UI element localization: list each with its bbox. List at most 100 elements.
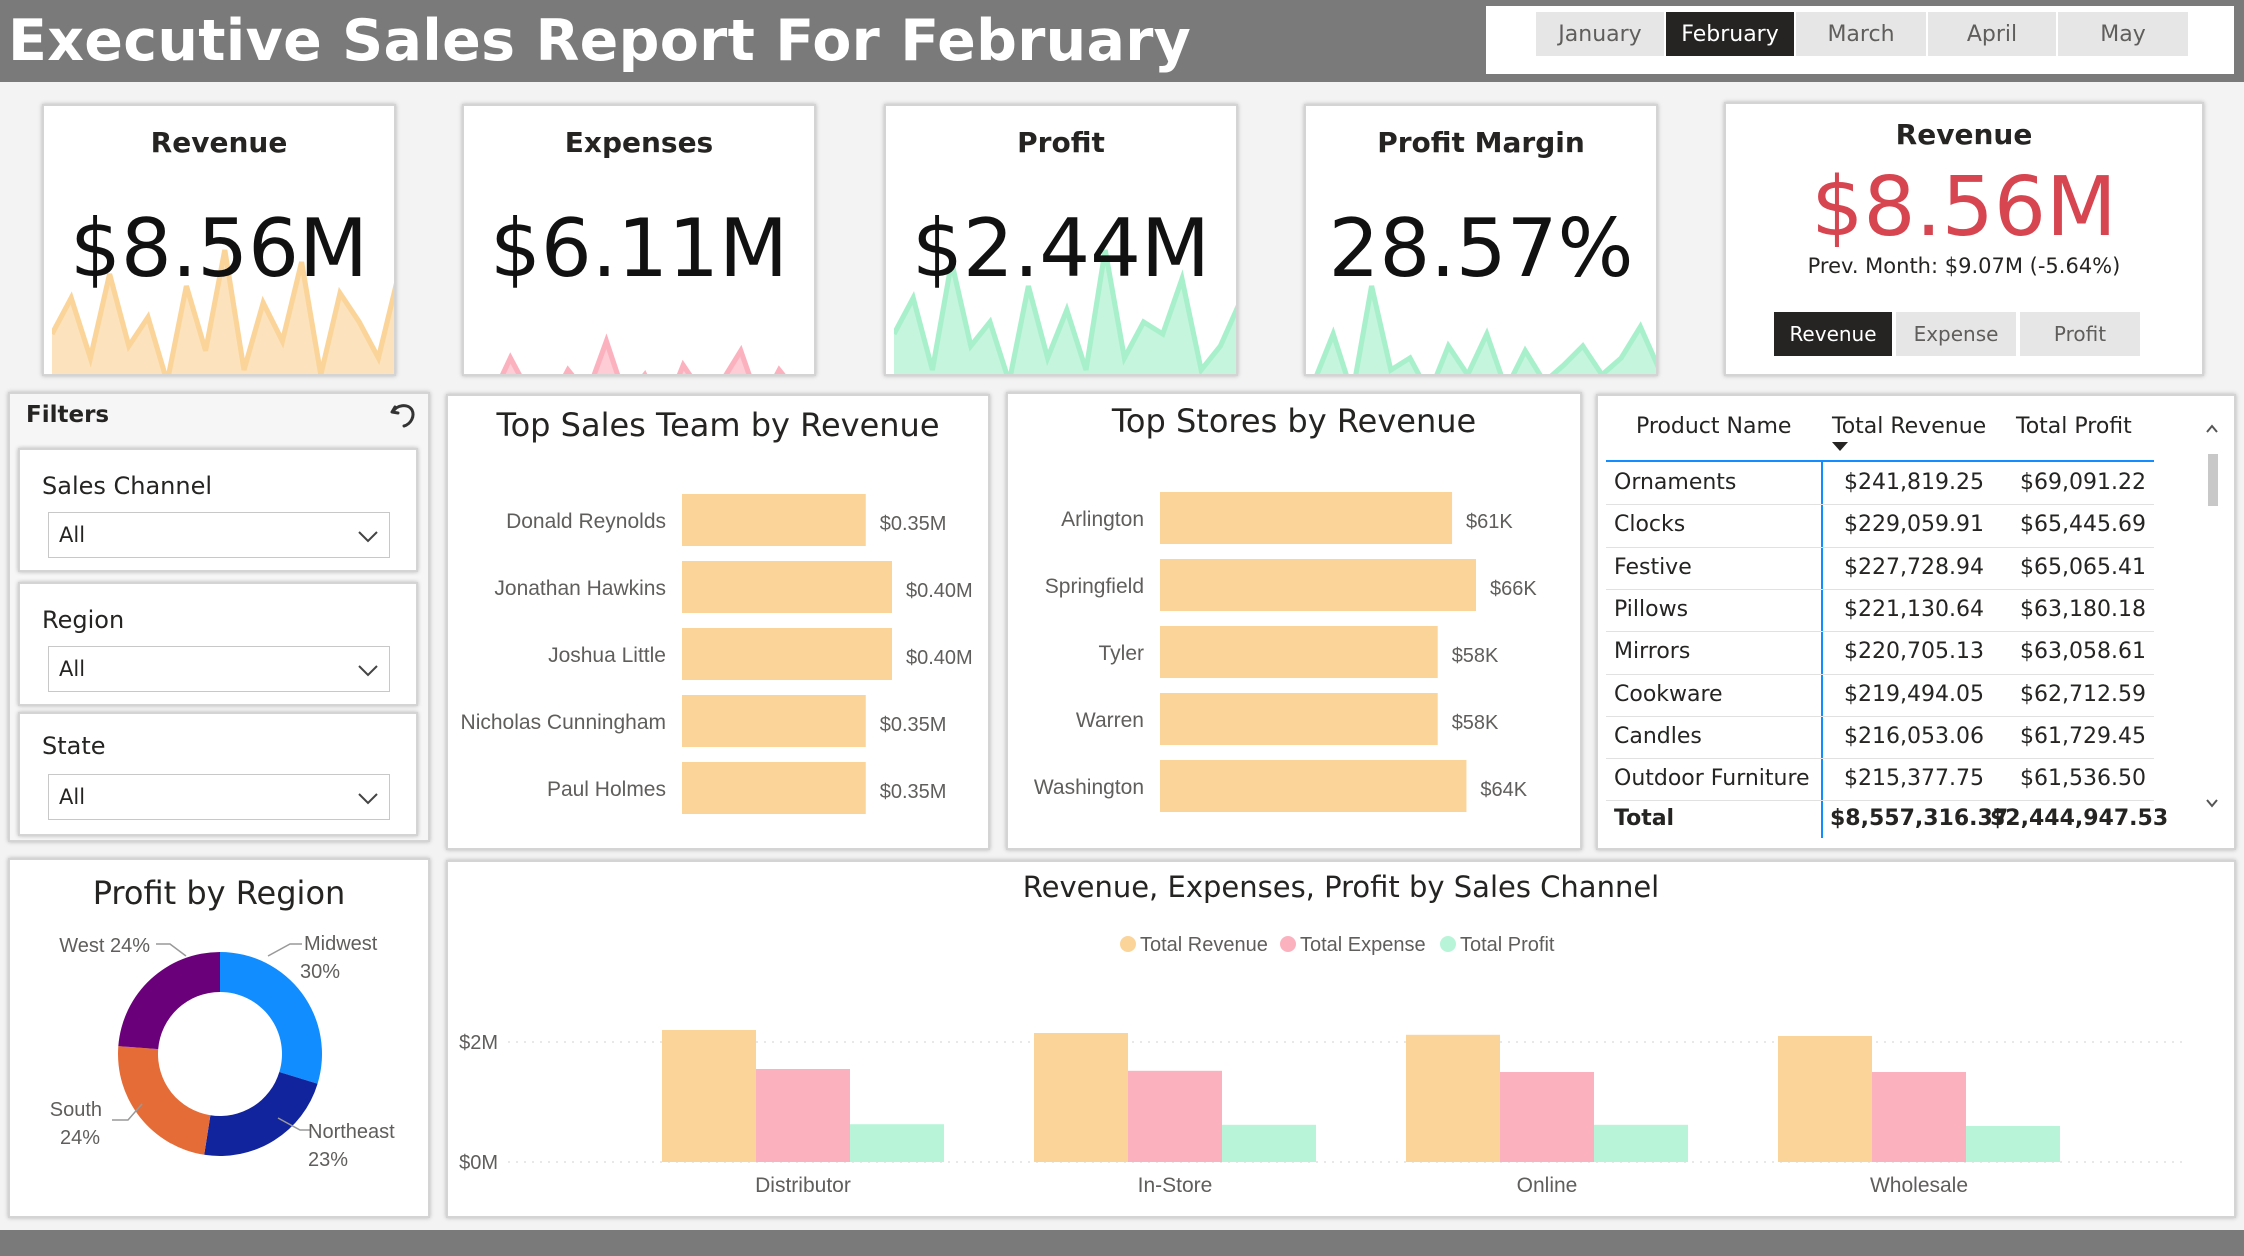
bar[interactable] (1034, 1033, 1128, 1162)
table-cell-profit: $63,058.61 (2020, 639, 2146, 665)
region-label-northeast-pct: 23% (308, 1149, 348, 1171)
slicer-state: State All (18, 712, 418, 836)
table-row-divider (1606, 758, 2154, 760)
bar[interactable] (662, 1030, 756, 1162)
bar[interactable] (1872, 1072, 1966, 1162)
sales-channel-chart-card: Revenue, Expenses, Profit by Sales Chann… (446, 860, 2236, 1218)
kpi-title: Expenses (564, 126, 714, 159)
sort-desc-icon (1832, 442, 1848, 451)
table-cell-profit: $61,536.50 (2020, 766, 2146, 792)
revenue-card-prev-month: Prev. Month: $9.07M (-5.64%) (1807, 254, 2121, 278)
state-dropdown[interactable]: All (48, 774, 390, 820)
bar-data-label: $0.35M (880, 714, 947, 736)
stores-bar-chart: Arlington $61K Springfield $66K Tyler $58K War… (1034, 492, 1537, 812)
bar[interactable] (682, 762, 866, 814)
dropdown-value: All (59, 785, 86, 809)
bar[interactable] (1160, 760, 1467, 812)
reset-filters-icon[interactable] (386, 398, 420, 432)
sales-channel-grouped-bar-chart: Total Revenue Total Expense Total Profit $0… (459, 934, 2188, 1197)
table-row-divider (1606, 504, 2154, 506)
bar[interactable] (1966, 1126, 2060, 1162)
bar[interactable] (1594, 1124, 1688, 1162)
month-button-february[interactable]: February (1666, 12, 1794, 56)
scroll-thumb (2208, 454, 2218, 506)
header-divider (1606, 460, 2154, 462)
column-header-total-profit[interactable]: Total Profit (2016, 414, 2132, 439)
page-title: Executive Sales Report For February (8, 8, 1192, 74)
kpi-title: Revenue (150, 126, 288, 159)
table-cell-revenue: $215,377.75 (1844, 766, 1984, 792)
table-cell-profit: $65,445.69 (2020, 512, 2146, 538)
bar[interactable] (850, 1124, 944, 1162)
table-scrollbar[interactable] (2200, 414, 2224, 814)
bar[interactable] (682, 561, 892, 613)
bar[interactable] (756, 1069, 850, 1162)
month-button-march[interactable]: March (1796, 12, 1926, 56)
legend-marker (1440, 936, 1456, 952)
bar-data-label: $58K (1452, 712, 1499, 734)
toggle-expense[interactable]: Expense (1896, 312, 2016, 356)
region-dropdown[interactable]: All (48, 646, 390, 692)
table-row-divider (1606, 715, 2154, 717)
bar[interactable] (1128, 1070, 1222, 1162)
bar-data-label: $0.35M (880, 513, 947, 535)
month-button-april[interactable]: April (1928, 12, 2056, 56)
donut-slice[interactable] (118, 1046, 211, 1155)
bar[interactable] (1500, 1072, 1594, 1162)
table-row-divider (1606, 631, 2154, 633)
table-cell-revenue: $241,819.25 (1844, 470, 1984, 495)
legend-label: Total Revenue (1140, 934, 1268, 956)
sales-team-chart-card: Top Sales Team by Revenue Donald Reynold… (446, 394, 990, 850)
chevron-down-icon (358, 531, 378, 543)
bar-category-label: Donald Reynolds (506, 510, 666, 533)
bar-data-label: $0.40M (906, 647, 973, 669)
sales-team-bar-chart: Donald Reynolds $0.35M Jonathan Hawkins $0.… (461, 494, 973, 814)
kpi-value: 28.57% (1328, 202, 1634, 295)
toggle-revenue[interactable]: Revenue (1774, 312, 1892, 356)
sales-channel-dropdown[interactable]: All (48, 512, 390, 558)
column-header-total-revenue[interactable]: Total Revenue (1832, 414, 1986, 439)
x-category-label: Wholesale (1870, 1174, 1968, 1197)
donut-slice[interactable] (118, 952, 220, 1050)
table-cell-product: Candles (1614, 723, 1702, 749)
bar[interactable] (1160, 626, 1438, 678)
bar-category-label: Jonathan Hawkins (494, 577, 666, 600)
bar[interactable] (1778, 1036, 1872, 1162)
scroll-up-icon (2206, 424, 2218, 433)
bar[interactable] (1160, 559, 1476, 611)
donut-slice[interactable] (204, 1072, 318, 1156)
month-button-january[interactable]: January (1536, 12, 1664, 56)
bar-category-label: Nicholas Cunningham (461, 711, 666, 734)
table-cell-revenue: $227,728.94 (1844, 554, 1984, 580)
toggle-profit[interactable]: Profit (2020, 312, 2140, 356)
bar[interactable] (1406, 1034, 1500, 1162)
bar[interactable] (682, 695, 866, 747)
revenue-comparison-card: Revenue $8.56M Prev. Month: $9.07M (-5.6… (1724, 102, 2204, 376)
bar[interactable] (682, 628, 892, 680)
bar[interactable] (1160, 492, 1453, 544)
bar-category-label: Paul Holmes (547, 778, 666, 801)
bar[interactable] (1222, 1124, 1316, 1162)
slicer-region: Region All (18, 582, 418, 706)
table-cell-profit: $62,712.59 (2020, 681, 2146, 707)
table-row-divider (1606, 588, 2154, 590)
column-header-product[interactable]: Product Name (1636, 414, 1791, 439)
revenue-card-value: $8.56M (1811, 160, 2117, 255)
legend-label: Total Expense (1300, 934, 1426, 956)
dropdown-value: All (59, 523, 86, 547)
region-label-south: South (50, 1099, 102, 1121)
sparkline-line (500, 333, 786, 374)
region-label-northeast: Northeast (308, 1121, 395, 1143)
table-cell-revenue: $220,705.13 (1844, 639, 1984, 665)
chevron-down-icon (358, 793, 378, 805)
bar[interactable] (682, 494, 866, 546)
kpi-card-revenue: Revenue $8.56M (42, 104, 396, 376)
table-cell-product: Cookware (1614, 681, 1723, 707)
month-button-may[interactable]: May (2058, 12, 2188, 56)
bar[interactable] (1160, 693, 1438, 745)
bar-category-label: Joshua Little (548, 644, 666, 667)
stores-chart-card: Top Stores by Revenue Arlington $61K Sprin… (1006, 392, 1582, 850)
x-category-label: Distributor (755, 1174, 851, 1197)
table-row-divider (1606, 546, 2154, 548)
kpi-title: Profit Margin (1377, 126, 1585, 159)
